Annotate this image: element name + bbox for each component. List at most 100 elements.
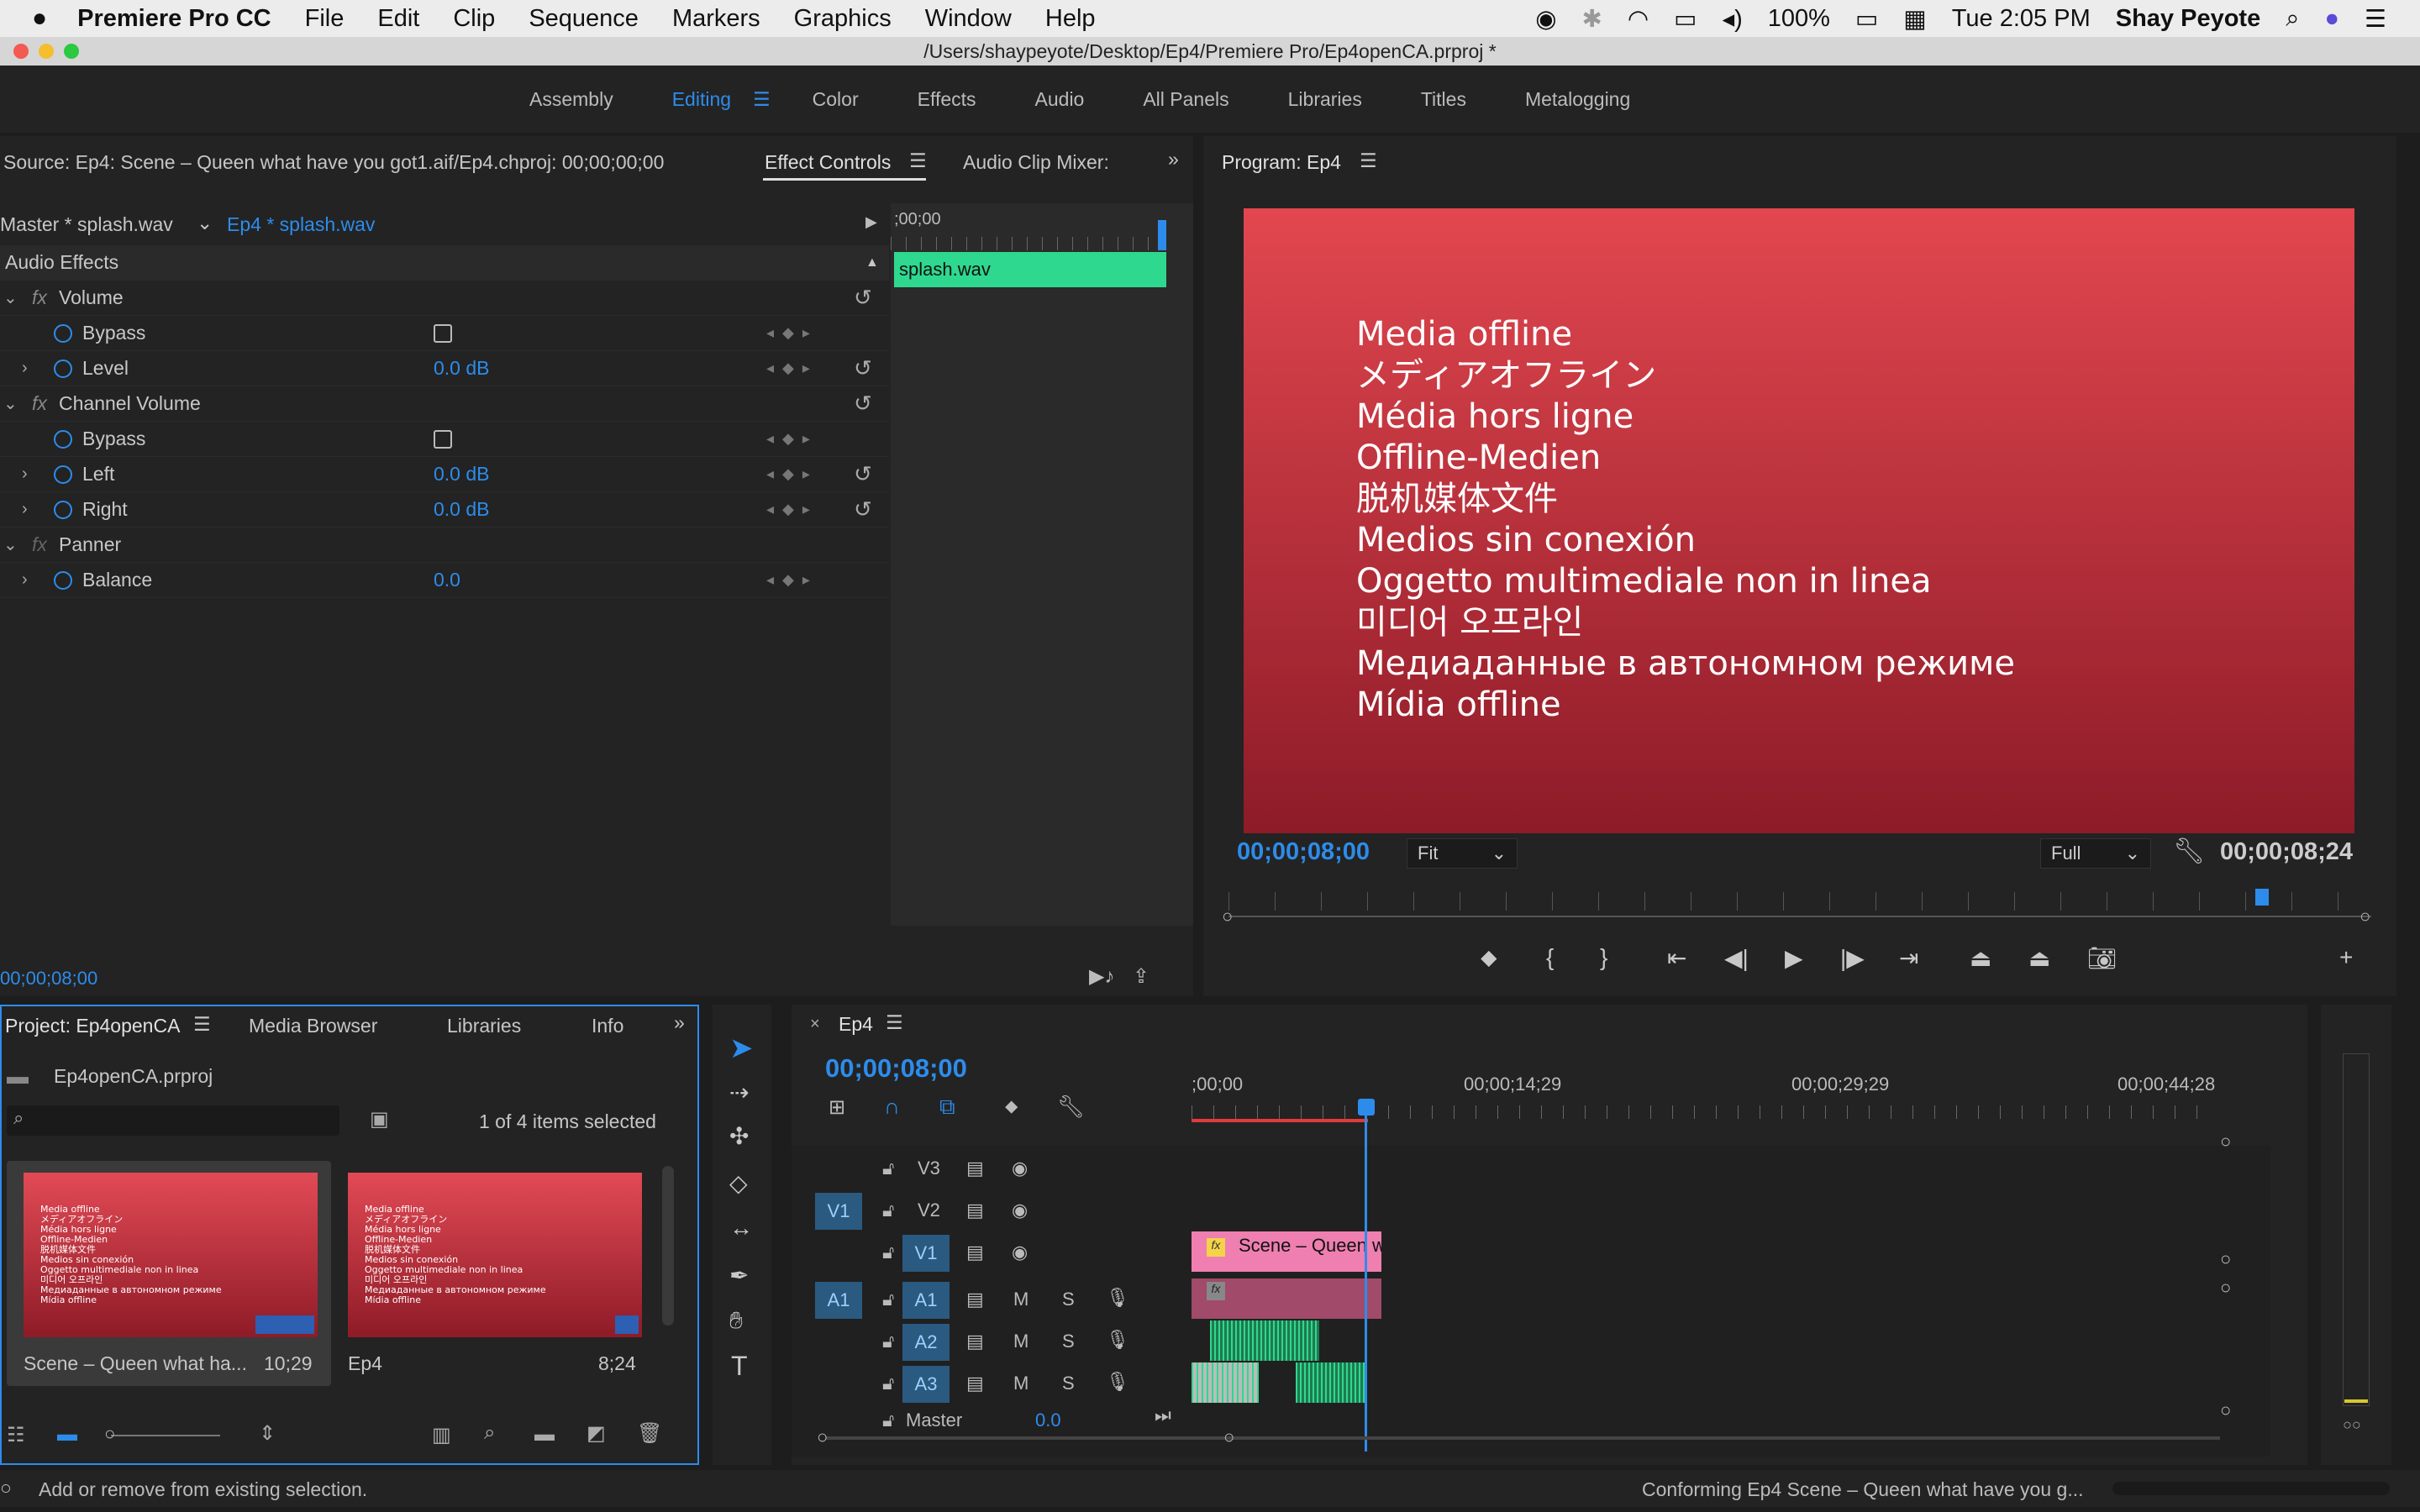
panel-menu-icon[interactable]: ☰: [886, 1011, 903, 1034]
chevron-down-icon[interactable]: ⌄: [197, 212, 213, 234]
chevron-right-icon[interactable]: ›: [22, 500, 28, 519]
panel-menu-icon[interactable]: ☰: [193, 1013, 211, 1036]
fx-icon[interactable]: fx: [32, 392, 47, 415]
clock[interactable]: Tue 2:05 PM: [1952, 5, 2091, 33]
sync-lock-icon[interactable]: ▤: [966, 1242, 984, 1263]
go-to-out-icon[interactable]: ⇥: [1899, 944, 1918, 972]
lock-icon[interactable]: 🔓︎: [882, 1331, 894, 1352]
find-bottom-icon[interactable]: ⌕: [484, 1421, 495, 1445]
calendar-icon[interactable]: ▦: [1903, 4, 1926, 34]
track-label[interactable]: A1: [902, 1282, 950, 1319]
zoom-window-icon[interactable]: [64, 44, 79, 59]
reset-icon[interactable]: ↺: [854, 285, 872, 311]
battery-icon[interactable]: ▭: [1855, 4, 1878, 34]
mute-button[interactable]: M: [1013, 1289, 1028, 1310]
param-value[interactable]: 0.0: [434, 569, 460, 591]
track-label[interactable]: A2: [902, 1324, 950, 1361]
play-only-icon[interactable]: ▶: [865, 213, 877, 231]
play-audio-icon[interactable]: ▶♪: [1089, 964, 1114, 989]
param-value[interactable]: 0.0 dB: [434, 357, 490, 380]
solo-button[interactable]: S: [1062, 1373, 1075, 1394]
timeline-playhead[interactable]: [1365, 1099, 1367, 1452]
keyframe-nav-icon[interactable]: ◂◆▸: [766, 430, 818, 448]
razor-tool-icon[interactable]: ◇: [729, 1169, 748, 1197]
hand-tool-icon[interactable]: ✋︎: [729, 1307, 743, 1335]
keyframe-nav-icon[interactable]: ◂◆▸: [766, 360, 818, 377]
chevron-right-icon[interactable]: ›: [22, 570, 28, 590]
button-editor-icon[interactable]: +: [2339, 944, 2353, 971]
quality-select[interactable]: Full ⌄: [2040, 838, 2151, 869]
extract-icon[interactable]: ⏏: [2028, 944, 2050, 972]
panel-menu-icon[interactable]: ☰: [909, 150, 927, 172]
fit-select[interactable]: Fit ⌄: [1407, 838, 1518, 869]
master-clip-label[interactable]: Master * splash.wav: [0, 213, 173, 236]
microphone-icon[interactable]: 🎙︎: [1106, 1371, 1129, 1393]
apple-icon[interactable]: ●: [32, 4, 47, 33]
menu-sequence[interactable]: Sequence: [529, 5, 639, 33]
menu-edit[interactable]: Edit: [377, 5, 419, 33]
lift-icon[interactable]: ⏏: [1970, 944, 1991, 972]
workspace-metalogging[interactable]: Metalogging: [1525, 88, 1630, 111]
volume-icon[interactable]: ◂): [1723, 4, 1743, 34]
creative-cloud-icon[interactable]: ◉: [1535, 4, 1556, 34]
new-bin-icon[interactable]: ▬: [534, 1423, 555, 1446]
param-value[interactable]: 0.0 dB: [434, 463, 490, 486]
lock-icon[interactable]: 🔓︎: [882, 1242, 894, 1263]
menu-window[interactable]: Window: [925, 5, 1012, 33]
program-playhead[interactable]: [2255, 889, 2269, 906]
pen-tool-icon[interactable]: ✒: [729, 1262, 749, 1289]
scroll-handle-left[interactable]: ○: [817, 1426, 828, 1448]
workspace-titles[interactable]: Titles: [1421, 88, 1466, 111]
export-icon[interactable]: ⇪: [1133, 964, 1150, 989]
lock-icon[interactable]: 🔓︎: [882, 1200, 894, 1221]
workspace-effects[interactable]: Effects: [918, 88, 976, 111]
param-row-bypass[interactable]: Bypass ◂◆▸: [0, 422, 889, 457]
chevron-down-icon[interactable]: ⌄: [3, 393, 18, 414]
list-view-icon[interactable]: ☷: [7, 1423, 25, 1447]
timeline-settings-icon[interactable]: 🔧︎: [1057, 1094, 1085, 1120]
param-row-level[interactable]: › Level 0.0 dB ◂◆▸ ↺: [0, 351, 889, 386]
workspace-color[interactable]: Color: [813, 88, 859, 111]
timeline-timecode[interactable]: 00;00;08;00: [825, 1053, 967, 1084]
more-panels-icon[interactable]: »: [1168, 148, 1179, 171]
collapse-up-icon[interactable]: ▲: [865, 255, 879, 270]
close-window-icon[interactable]: [13, 44, 29, 59]
audio-clip-a2[interactable]: [1210, 1320, 1319, 1361]
v-scroll-handle[interactable]: ○: [2220, 1277, 2231, 1299]
keyframe-nav-icon[interactable]: ◂◆▸: [766, 324, 818, 342]
program-zoom-bar[interactable]: [1228, 916, 2371, 917]
export-frame-icon[interactable]: 📷︎: [2087, 944, 2118, 972]
trash-icon[interactable]: 🗑︎: [637, 1421, 662, 1446]
solo-meter-icon[interactable]: ○○: [2343, 1416, 2361, 1434]
effect-row-volume[interactable]: ⌄ fx Volume ↺: [0, 281, 889, 316]
source-patch-v1[interactable]: V1: [815, 1193, 862, 1230]
param-row-right[interactable]: › Right 0.0 dB ◂◆▸ ↺: [0, 492, 889, 528]
tab-source[interactable]: Source: Ep4: Scene – Queen what have you…: [3, 151, 664, 174]
stopwatch-icon[interactable]: [54, 359, 72, 378]
solo-button[interactable]: S: [1062, 1289, 1075, 1310]
project-item[interactable]: Media offline メディアオフライン Média hors ligne Of…: [7, 1161, 331, 1386]
menu-graphics[interactable]: Graphics: [794, 5, 892, 33]
more-panels-icon[interactable]: »: [674, 1011, 685, 1034]
minimize-window-icon[interactable]: [39, 44, 54, 59]
workspace-all-panels[interactable]: All Panels: [1143, 88, 1228, 111]
fx-icon[interactable]: fx: [32, 533, 47, 556]
step-forward-icon[interactable]: |▶: [1840, 944, 1865, 972]
source-patch-a1[interactable]: A1: [815, 1282, 862, 1319]
lock-icon[interactable]: 🔓︎: [882, 1158, 894, 1179]
add-marker-icon[interactable]: ⬥: [1481, 944, 1497, 972]
param-row-left[interactable]: › Left 0.0 dB ◂◆▸ ↺: [0, 457, 889, 492]
eye-icon[interactable]: ◉: [1012, 1242, 1028, 1263]
lock-icon[interactable]: 🔓︎: [882, 1373, 894, 1394]
param-row-balance[interactable]: › Balance 0.0 ◂◆▸: [0, 563, 889, 598]
chevron-down-icon[interactable]: ⌄: [3, 534, 18, 555]
workspace-audio[interactable]: Audio: [1035, 88, 1085, 111]
param-value[interactable]: 0.0 dB: [434, 498, 490, 521]
type-tool-icon[interactable]: T: [731, 1351, 748, 1382]
stopwatch-icon[interactable]: [54, 570, 72, 590]
track-label[interactable]: V3: [918, 1158, 940, 1179]
ripple-edit-tool-icon[interactable]: ✣: [729, 1122, 749, 1150]
selection-tool-icon[interactable]: ➤: [729, 1032, 754, 1065]
menu-clip[interactable]: Clip: [453, 5, 495, 33]
workspace-libraries[interactable]: Libraries: [1288, 88, 1362, 111]
